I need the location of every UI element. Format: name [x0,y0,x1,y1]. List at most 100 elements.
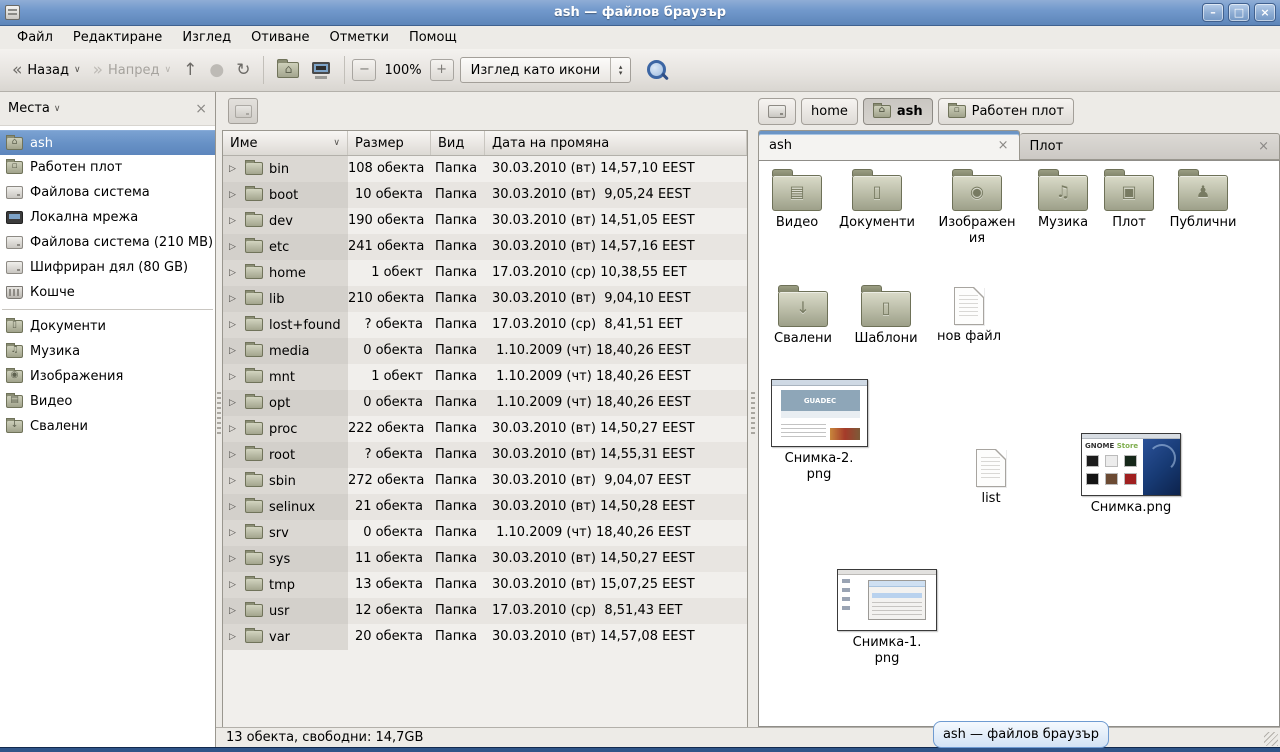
expander-icon[interactable]: ▷ [229,339,239,364]
tab-close-icon[interactable]: × [1258,139,1269,154]
table-row-media[interactable]: ▷media0 обектаПапка 1.10.2009 (чт) 18,40… [223,338,747,364]
table-row-dev[interactable]: ▷dev190 обектаПапка30.03.2010 (вт) 14,51… [223,208,747,234]
expander-icon[interactable]: ▷ [229,469,239,494]
expander-icon[interactable]: ▷ [229,521,239,546]
icon-item-images[interactable]: ◉Изображен ия [931,169,1023,247]
computer-button[interactable] [305,58,337,83]
menu-item-bookmarks[interactable]: Отметки [320,28,397,47]
table-row-opt[interactable]: ▷opt0 обектаПапка 1.10.2009 (чт) 18,40,2… [223,390,747,416]
menu-item-edit[interactable]: Редактиране [64,28,171,47]
zoom-out-button[interactable]: − [352,59,376,81]
table-row-mnt[interactable]: ▷mnt1 обектПапка 1.10.2009 (чт) 18,40,26… [223,364,747,390]
expander-icon[interactable]: ▷ [229,573,239,598]
icon-item-music[interactable]: ♫Музика [1026,169,1100,231]
table-row-selinux[interactable]: ▷selinux21 обектаПапка30.03.2010 (вт) 14… [223,494,747,520]
search-button[interactable] [643,56,671,84]
path-button-root-drive[interactable] [758,98,796,125]
column-header-1[interactable]: Размер [348,131,431,155]
expander-icon[interactable]: ▷ [229,443,239,468]
table-row-proc[interactable]: ▷proc222 обектаПапка30.03.2010 (вт) 14,5… [223,416,747,442]
spinner-arrows-icon[interactable]: ▴▾ [610,58,630,82]
path-button-desktop[interactable]: ▫Работен плот [938,98,1074,125]
sidebar-item-downloads[interactable]: ↓Свалени [0,414,215,439]
sidebar-item-filesystem-210mb[interactable]: Файлова система (210 MB) [0,230,215,255]
icon-item-snimka1[interactable]: Снимка-1. png [832,569,942,667]
expander-icon[interactable]: ▷ [229,313,239,338]
expander-icon[interactable]: ▷ [229,547,239,572]
sidebar-item-documents[interactable]: ▯Документи [0,314,215,339]
icon-item-snimka2[interactable]: GUADECСнимка-2. png [769,379,869,483]
column-header-3[interactable]: Дата на промяна [485,131,747,155]
icon-item-video[interactable]: ▤Видео [760,169,834,231]
column-header-0[interactable]: Име∨ [223,131,348,155]
zoom-in-button[interactable]: + [430,59,454,81]
sidebar-item-filesystem[interactable]: Файлова система [0,180,215,205]
sidebar-item-music[interactable]: ♫Музика [0,339,215,364]
expander-icon[interactable]: ▷ [229,417,239,442]
menu-item-view[interactable]: Изглед [173,28,240,47]
home-button[interactable] [271,58,305,82]
expander-icon[interactable]: ▷ [229,365,239,390]
table-row-home[interactable]: ▷home1 обектПапка17.03.2010 (ср) 10,38,5… [223,260,747,286]
table-row-bin[interactable]: ▷bin108 обектаПапка30.03.2010 (вт) 14,57… [223,156,747,182]
expander-icon[interactable]: ▷ [229,157,239,182]
table-row-etc[interactable]: ▷etc241 обектаПапка30.03.2010 (вт) 14,57… [223,234,747,260]
path-button-ash[interactable]: ⌂ash [863,98,933,125]
tab-plot[interactable]: Плот× [1020,133,1280,160]
icon-item-public[interactable]: ♟Публични [1161,169,1245,231]
pane-splitter-right[interactable] [748,92,758,747]
sidebar-title[interactable]: Места [8,101,50,116]
table-row-usr[interactable]: ▷usr12 обектаПапка17.03.2010 (ср) 8,51,4… [223,598,747,624]
icon-item-new-file[interactable]: нов файл [929,287,1009,345]
sidebar-item-encrypted-80gb[interactable]: Шифриран дял (80 GB) [0,255,215,280]
expander-icon[interactable]: ▷ [229,625,239,650]
back-button[interactable]: « Назад ∨ [6,58,87,83]
column-header-2[interactable]: Вид [431,131,485,155]
reload-button[interactable]: ↻ [230,58,256,83]
path-button-home[interactable]: home [801,98,858,125]
maximize-button[interactable]: □ [1228,3,1250,22]
table-row-sys[interactable]: ▷sys11 обектаПапка30.03.2010 (вт) 14,50,… [223,546,747,572]
menu-item-file[interactable]: Файл [8,28,62,47]
table-row-sbin[interactable]: ▷sbin272 обектаПапка30.03.2010 (вт) 9,04… [223,468,747,494]
sidebar-item-home[interactable]: ⌂ash [0,130,215,155]
root-location-button[interactable] [228,98,258,124]
icon-item-downloads[interactable]: ↓Свалени [761,285,845,347]
close-button[interactable]: × [1254,3,1276,22]
icon-item-list[interactable]: list [956,449,1026,507]
splitter-grip[interactable] [217,392,221,436]
tab-ash[interactable]: ash× [758,130,1020,160]
icon-view[interactable]: ▤Видео▯Документи◉Изображен ия♫Музика▣Пло… [758,160,1280,727]
expander-icon[interactable]: ▷ [229,261,239,286]
sidebar-item-desktop[interactable]: ▫Работен плот [0,155,215,180]
table-row-srv[interactable]: ▷srv0 обектаПапка 1.10.2009 (чт) 18,40,2… [223,520,747,546]
sidebar-dropdown-icon[interactable]: ∨ [54,104,61,114]
expander-icon[interactable]: ▷ [229,391,239,416]
table-row-tmp[interactable]: ▷tmp13 обектаПапка30.03.2010 (вт) 15,07,… [223,572,747,598]
expander-icon[interactable]: ▷ [229,287,239,312]
table-row-boot[interactable]: ▷boot10 обектаПапка30.03.2010 (вт) 9,05,… [223,182,747,208]
icon-item-desktop[interactable]: ▣Плот [1099,169,1159,231]
back-dropdown-icon[interactable]: ∨ [74,65,81,75]
table-row-lib[interactable]: ▷lib210 обектаПапка30.03.2010 (вт) 9,04,… [223,286,747,312]
titlebar[interactable]: ash — файлов браузър – □ × [0,0,1280,26]
sidebar-item-images[interactable]: ◉Изображения [0,364,215,389]
icon-item-snimka[interactable]: GNOME StoreСнимка.png [1076,433,1186,516]
expander-icon[interactable]: ▷ [229,235,239,260]
icon-item-templates[interactable]: ▯Шаблони [844,285,928,347]
forward-button[interactable]: » Напред ∨ [87,58,177,83]
expander-icon[interactable]: ▷ [229,599,239,624]
splitter-grip[interactable] [751,392,755,436]
sidebar-item-video[interactable]: ▤Видео [0,389,215,414]
minimize-button[interactable]: – [1202,3,1224,22]
table-row-var[interactable]: ▷var20 обектаПапка30.03.2010 (вт) 14,57,… [223,624,747,650]
taskbar-window-button[interactable]: ash — файлов браузър [933,721,1109,748]
expander-icon[interactable]: ▷ [229,183,239,208]
icon-item-documents[interactable]: ▯Документи [832,169,922,231]
stop-button[interactable]: ● [203,58,230,83]
menu-item-help[interactable]: Помощ [400,28,466,47]
view-mode-select[interactable]: Изглед като икони ▴▾ [460,57,632,83]
table-row-root[interactable]: ▷root? обектаПапка30.03.2010 (вт) 14,55,… [223,442,747,468]
table-row-lost+found[interactable]: ▷lost+found? обектаПапка17.03.2010 (ср) … [223,312,747,338]
up-button[interactable]: ↑ [177,58,203,83]
